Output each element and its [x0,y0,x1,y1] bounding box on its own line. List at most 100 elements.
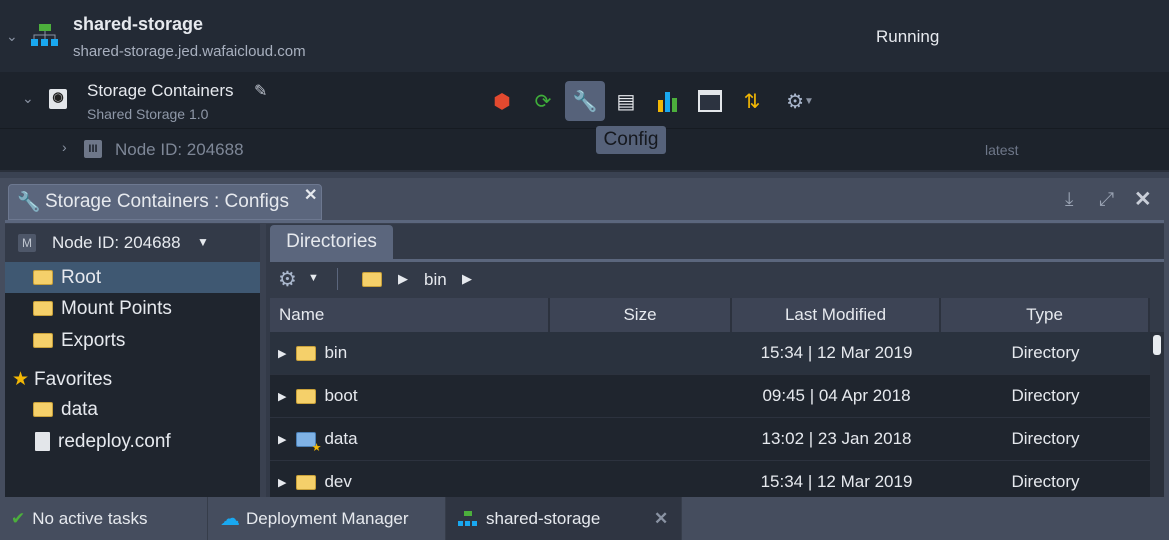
maximize-icon[interactable]: ⤢ [1099,189,1114,211]
panel-title: Storage Containers : Configs [45,191,289,212]
environment-row[interactable]: ⌄ shared-storage shared-storage.jed.wafa… [0,0,1169,72]
column-name[interactable]: Name [270,298,550,332]
collapse-icon[interactable]: ⌄ [6,28,18,45]
toolbar-divider [337,268,338,290]
statistics-icon[interactable] [648,81,688,121]
folder-icon [296,345,317,361]
table-header: Name Size Last Modified Type [270,298,1150,332]
config-wrench-icon[interactable]: 🔧 [565,81,605,121]
actions-gear-icon[interactable]: ⚙ [278,267,297,292]
web-ssh-terminal-icon[interactable] [690,81,730,121]
favorite-item-data[interactable]: data [5,394,260,425]
tasks-label: No active tasks [32,508,148,528]
expand-arrow-icon[interactable]: ▶ [278,433,286,446]
close-tab-icon[interactable]: ✕ [654,509,668,529]
layer-version: Shared Storage 1.0 [87,106,209,122]
expand-arrow-icon[interactable]: ▶ [278,390,286,403]
file-name: data [324,429,358,448]
name-cell: ▶ dev [270,472,550,492]
wrench-icon: 🔧 [17,192,41,213]
favorite-item-redeploy-conf[interactable]: redeploy.conf [5,426,260,457]
table-row[interactable]: ▶ ★ data 13:02 | 23 Jan 2018 Directory [270,418,1150,461]
column-last-modified[interactable]: Last Modified [732,298,941,332]
expand-arrow-icon[interactable]: ▶ [278,476,286,489]
directories-toolbar: ⚙ ▼ ▶ bin ▶ [270,259,1164,298]
root-folder-icon[interactable] [362,272,382,287]
tree-item-root[interactable]: Root [5,262,260,293]
close-panel-icon[interactable]: ✕ [1134,187,1152,212]
modified-cell: 09:45 | 04 Apr 2018 [762,386,911,405]
dropdown-caret-icon[interactable]: ▼ [197,235,209,249]
tree-item-label: Exports [61,329,126,351]
type-cell: Directory [1011,472,1080,491]
modified-cell: 13:02 | 23 Jan 2018 [761,429,912,448]
deployment-manager-tab[interactable]: ☁ Deployment Manager [208,497,446,540]
node-selector[interactable]: M Node ID: 204688 ▼ [5,224,260,262]
config-file-icon [35,432,50,451]
expand-arrow-icon[interactable]: ▶ [278,347,286,360]
add-ons-icon[interactable]: ⬢ [482,81,522,121]
table-row[interactable]: ▶ bin 15:34 | 12 Mar 2019 Directory [270,332,1150,375]
column-size[interactable]: Size [550,298,732,332]
tree-favorites[interactable]: ★ Favorites [5,364,260,395]
star-icon: ★ [12,369,30,390]
layer-name: Storage Containers [87,81,234,100]
tree-item-label: Root [61,266,102,288]
edit-pencil-icon[interactable]: ✎ [254,81,267,101]
mount-folder-icon [33,301,53,316]
tree-item-exports[interactable]: Exports [5,325,260,356]
storage-icon: ◉ [49,89,67,109]
node-selector-label: Node ID: 204688 [52,233,181,252]
resize-divider[interactable] [0,170,1169,178]
env-tab-shared-storage[interactable]: shared-storage ✕ [446,497,682,540]
node-badge: M [18,234,36,252]
restart-icon[interactable]: ⟳ [523,81,563,121]
node-icon: III [84,140,102,158]
modified-cell: 15:34 | 12 Mar 2019 [760,343,913,362]
tab-directories[interactable]: Directories [270,225,393,259]
tree-item-mount-points[interactable]: Mount Points [5,293,260,324]
tree-item-label: Mount Points [61,297,172,319]
environment-name[interactable]: shared-storage [73,14,203,35]
name-cell: ▶ ★ data [270,429,550,454]
environment-domain[interactable]: shared-storage.jed.wafaicloud.com [73,43,306,60]
close-tab-icon[interactable]: ✕ [304,185,317,205]
file-name: bin [324,343,348,362]
folder-icon [296,388,317,404]
column-type[interactable]: Type [941,298,1150,332]
node-tag: latest [985,142,1019,158]
expand-icon[interactable]: › [62,139,67,155]
configs-panel-tab[interactable]: 🔧 Storage Containers : Configs ✕ [8,184,322,220]
name-cell: ▶ boot [270,386,550,406]
scrollbar[interactable] [1150,332,1164,497]
environment-status: Running [876,27,940,46]
folder-open-icon [33,270,53,285]
file-name: boot [324,386,358,405]
environment-topology-icon [458,510,477,526]
type-cell: Directory [1011,343,1080,362]
favorite-label: data [61,398,98,420]
folder-open-icon [33,402,53,417]
type-cell: Directory [1011,386,1080,405]
type-cell: Directory [1011,429,1080,448]
tasks-status[interactable]: ✔ No active tasks [0,497,208,540]
favorite-label: redeploy.conf [58,430,171,452]
node-row[interactable]: › III Node ID: 204688 latest [0,128,1169,170]
breadcrumb-arrow-icon: ▶ [462,271,472,286]
dropdown-caret-icon[interactable]: ▼ [308,272,319,284]
breadcrumb-arrow-icon: ▶ [398,271,408,286]
settings-gear-icon[interactable]: ⚙ ▼ [776,81,824,121]
table-row[interactable]: ▶ boot 09:45 | 04 Apr 2018 Directory [270,375,1150,418]
config-tooltip: Config [596,126,666,154]
log-file-icon[interactable]: ▤ [606,81,646,121]
download-icon[interactable]: ⤓ [1065,189,1073,211]
scrollbar-thumb[interactable] [1153,335,1161,355]
deployment-manager-label: Deployment Manager [246,508,409,528]
node-id: Node ID: 204688 [115,140,244,159]
collapse-icon[interactable]: ⌄ [22,90,34,107]
environment-topology-icon [31,24,58,46]
redeploy-icon[interactable]: ⇅ [732,81,772,121]
breadcrumb-bin[interactable]: bin [424,270,447,290]
favorites-label: Favorites [34,368,113,390]
export-folder-icon [33,333,53,348]
